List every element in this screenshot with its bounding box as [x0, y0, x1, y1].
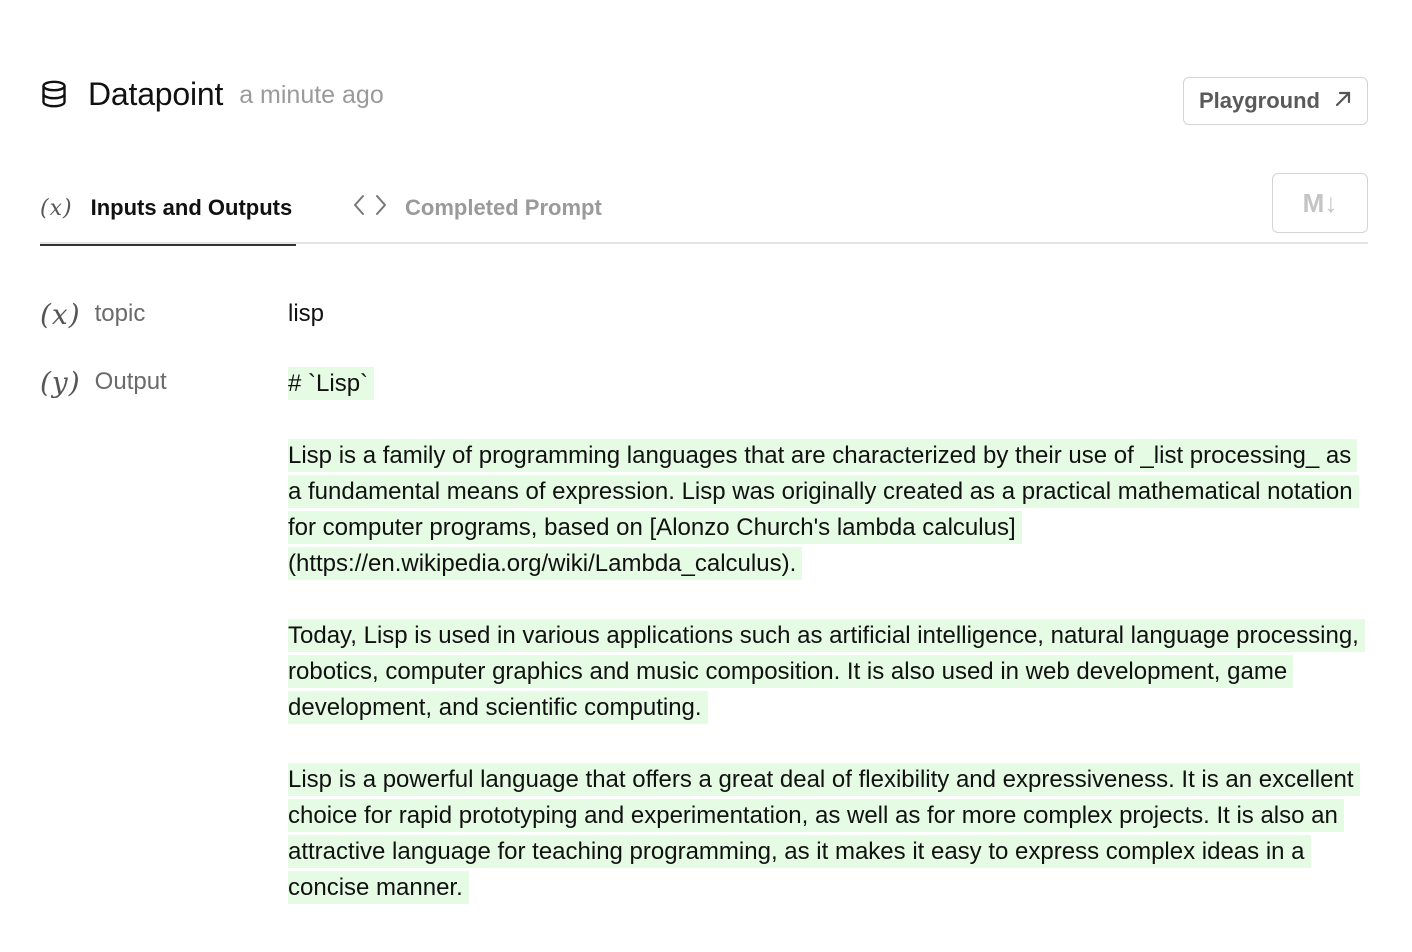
page-header: Datapoint a minute ago Playground: [40, 72, 1368, 125]
tab-label: Completed Prompt: [405, 195, 602, 220]
output-label: (y) Output: [40, 362, 167, 402]
tab-bar: (x) Completed Prompt Inputs and Outputs …: [40, 172, 1368, 246]
output-heading: # `Lisp`: [288, 367, 375, 400]
tab-completed-prompt[interactable]: Completed Prompt: [353, 172, 602, 244]
timestamp: a minute ago: [239, 80, 384, 109]
output-paragraph: # `Lisp`: [288, 366, 1368, 402]
input-value-topic: lisp: [288, 300, 325, 327]
markdown-toggle-button[interactable]: M↓: [1272, 173, 1368, 233]
variable-x-icon: (x): [40, 195, 73, 221]
input-label-topic: (x) topic: [40, 294, 145, 334]
output-text: Lisp is a family of programming language…: [288, 439, 1359, 580]
tab-label: Inputs and Outputs: [90, 195, 293, 220]
variable-x-icon: (x): [40, 297, 81, 331]
page-title: Datapoint: [88, 75, 224, 112]
output-text: Lisp is a powerful language that offers …: [288, 763, 1360, 904]
output-text: Today, Lisp is used in various applicati…: [288, 619, 1365, 724]
output-paragraph: Lisp is a family of programming language…: [288, 438, 1368, 582]
arrow-up-right-icon: [1334, 88, 1352, 114]
tab-inputs-and-outputs[interactable]: (x) Completed Prompt Inputs and Outputs: [40, 172, 297, 246]
output-value: # `Lisp` Lisp is a family of programming…: [288, 366, 1368, 906]
variable-y-icon: (y): [40, 365, 81, 399]
playground-button-label: Playground: [1198, 88, 1320, 113]
output-paragraph: Lisp is a powerful language that offers …: [288, 762, 1368, 906]
output-name: Output: [94, 368, 167, 395]
playground-button[interactable]: Playground: [1182, 77, 1368, 125]
code-brackets-icon: [353, 193, 387, 223]
input-name: topic: [94, 300, 146, 327]
datapoint-page: Datapoint a minute ago Playground (x) Co…: [0, 0, 1412, 952]
database-icon: [40, 79, 70, 109]
output-paragraph: Today, Lisp is used in various applicati…: [288, 618, 1368, 726]
